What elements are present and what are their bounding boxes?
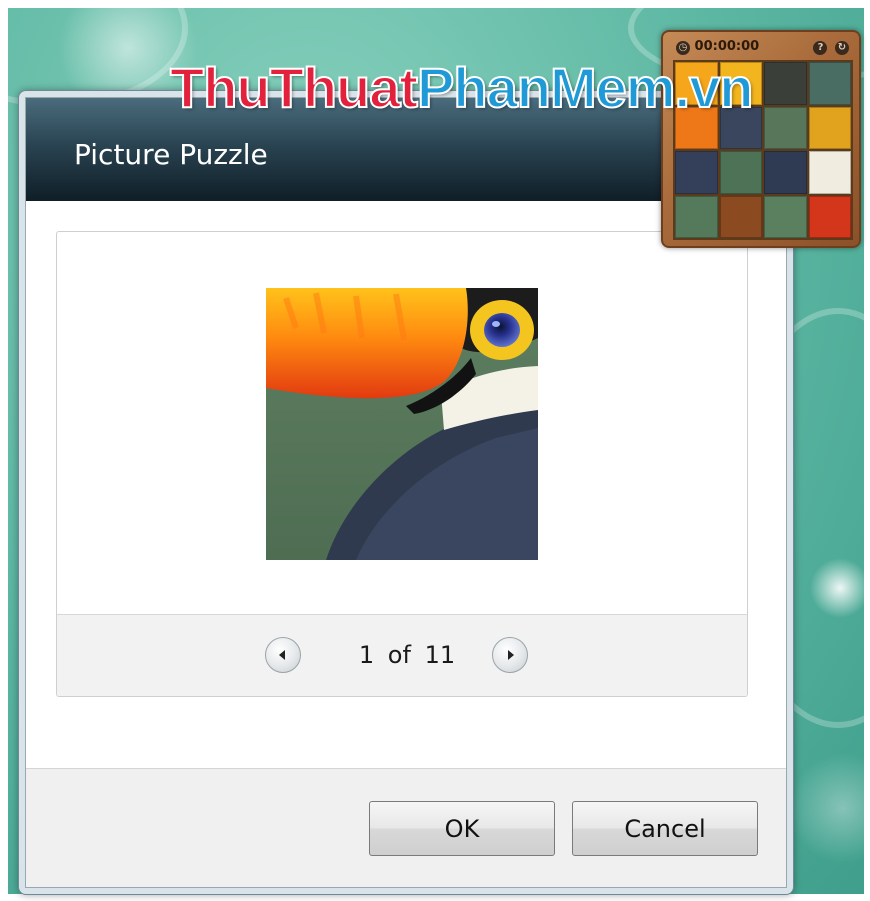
pager-separator: of: [387, 641, 411, 669]
watermark-part2: PhanMem.vn: [416, 55, 754, 120]
ok-button[interactable]: OK: [369, 801, 555, 856]
puzzle-tile[interactable]: [808, 62, 851, 105]
watermark-part1: ThuThuat: [169, 55, 419, 120]
gadget-controls: ? ↻: [810, 39, 849, 55]
dialog-button-bar: OK Cancel: [26, 769, 786, 887]
clock-icon: ◷: [676, 41, 690, 55]
next-picture-button[interactable]: [492, 637, 528, 673]
puzzle-tile[interactable]: [675, 195, 718, 238]
dialog-title: Picture Puzzle: [74, 138, 268, 171]
toucan-image: [266, 288, 538, 560]
next-arrow-icon: [508, 650, 514, 660]
help-icon[interactable]: ?: [813, 41, 828, 55]
dialog-content: 1 of 11: [26, 201, 786, 769]
shuffle-icon[interactable]: ↻: [835, 41, 849, 55]
gadget-timer-value: 00:00:00: [694, 39, 760, 54]
puzzle-tile[interactable]: [808, 151, 851, 194]
pager-total: 11: [424, 641, 456, 669]
previous-picture-button[interactable]: [265, 637, 301, 673]
puzzle-tile[interactable]: [764, 151, 807, 194]
puzzle-tile[interactable]: [764, 106, 807, 149]
cancel-button[interactable]: Cancel: [572, 801, 758, 856]
empty-tile: [719, 195, 762, 238]
puzzle-tile[interactable]: [808, 195, 851, 238]
pager-current: 1: [358, 641, 375, 669]
previous-arrow-icon: [279, 650, 285, 660]
pager-label: 1 of 11: [317, 641, 497, 669]
puzzle-tile[interactable]: [764, 62, 807, 105]
gadget-timer: ◷ 00:00:00: [673, 39, 759, 55]
picture-preview-box: 1 of 11: [56, 231, 748, 697]
puzzle-tile[interactable]: [764, 195, 807, 238]
watermark-logo: ThuThuatPhanMem.vn: [169, 55, 754, 120]
puzzle-tile[interactable]: [719, 151, 762, 194]
toucan-picture: [266, 288, 538, 560]
puzzle-tile[interactable]: [808, 106, 851, 149]
gadget-header: ◷ 00:00:00 ? ↻: [673, 37, 849, 57]
pager-strip: 1 of 11: [57, 614, 747, 696]
puzzle-tile[interactable]: [675, 151, 718, 194]
